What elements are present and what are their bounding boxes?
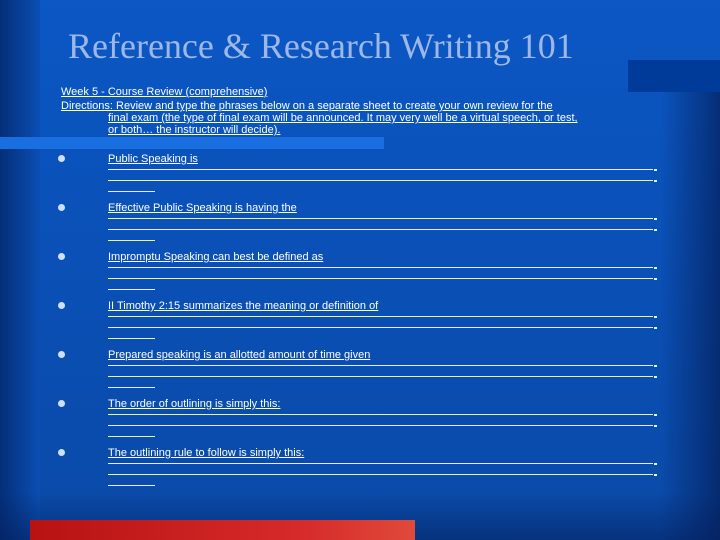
answer-line <box>108 414 653 415</box>
answer-line <box>108 316 653 317</box>
line-end-mark <box>654 169 657 171</box>
intro-block: Week 5 - Course Review (comprehensive) D… <box>61 86 661 136</box>
answer-line <box>108 425 653 426</box>
answer-line-short <box>108 289 155 290</box>
answer-line <box>108 365 653 366</box>
review-prompt: II Timothy 2:15 summarizes the meaning o… <box>108 300 379 312</box>
line-end-mark <box>654 425 657 427</box>
review-prompt: Public Speaking is <box>108 153 198 165</box>
line-end-mark <box>654 316 657 318</box>
answer-line-short <box>108 338 155 339</box>
review-prompt: The order of outlining is simply this: <box>108 398 281 410</box>
review-item: Effective Public Speaking is having the <box>58 202 668 250</box>
line-end-mark <box>654 327 657 329</box>
line-end-mark <box>654 267 657 269</box>
review-prompt: Effective Public Speaking is having the <box>108 202 297 214</box>
answer-line <box>108 169 653 170</box>
line-end-mark <box>654 180 657 182</box>
answer-line <box>108 474 653 475</box>
bullet-icon <box>58 400 65 407</box>
answer-line-short <box>108 485 155 486</box>
review-prompt: Impromptu Speaking can best be defined a… <box>108 251 324 263</box>
bottom-red-bar <box>30 520 415 540</box>
review-item: Impromptu Speaking can best be defined a… <box>58 251 668 299</box>
review-item: The outlining rule to follow is simply t… <box>58 447 668 495</box>
line-end-mark <box>654 218 657 220</box>
left-decor-strip <box>0 0 40 540</box>
review-prompt: The outlining rule to follow is simply t… <box>108 447 305 459</box>
directions-line-1: Directions: Review and type the phrases … <box>61 100 553 112</box>
slide-title: Reference & Research Writing 101 <box>68 26 574 66</box>
bullet-icon <box>58 449 65 456</box>
answer-line <box>108 463 653 464</box>
line-end-mark <box>654 474 657 476</box>
line-end-mark <box>654 278 657 280</box>
line-end-mark <box>654 463 657 465</box>
review-item: The order of outlining is simply this: <box>58 398 668 446</box>
answer-line <box>108 327 653 328</box>
bullet-icon <box>58 351 65 358</box>
bullet-icon <box>58 204 65 211</box>
answer-line <box>108 218 653 219</box>
review-item: Prepared speaking is an allotted amount … <box>58 349 668 397</box>
directions-line-3: or both… the instructor will decide). <box>108 124 281 136</box>
answer-line-short <box>108 240 155 241</box>
answer-line <box>108 376 653 377</box>
answer-line <box>108 229 653 230</box>
line-end-mark <box>654 365 657 367</box>
answer-line <box>108 267 653 268</box>
directions-text: Directions: Review and type the phrases … <box>61 100 661 136</box>
review-item: II Timothy 2:15 summarizes the meaning o… <box>58 300 668 348</box>
review-prompt: Prepared speaking is an allotted amount … <box>108 349 371 361</box>
bullet-icon <box>58 155 65 162</box>
answer-line-short <box>108 387 155 388</box>
week-heading: Week 5 - Course Review (comprehensive) <box>61 86 268 98</box>
directions-line-2: final exam (the type of final exam will … <box>108 112 578 124</box>
bullet-icon <box>58 253 65 260</box>
line-end-mark <box>654 229 657 231</box>
bullet-icon <box>58 302 65 309</box>
line-end-mark <box>654 376 657 378</box>
right-shadow <box>660 60 720 540</box>
answer-line-short <box>108 191 155 192</box>
directions-highlight-bar <box>0 137 384 149</box>
answer-line <box>108 180 653 181</box>
line-end-mark <box>654 414 657 416</box>
answer-line-short <box>108 436 155 437</box>
answer-line <box>108 278 653 279</box>
review-item: Public Speaking is <box>58 153 668 201</box>
